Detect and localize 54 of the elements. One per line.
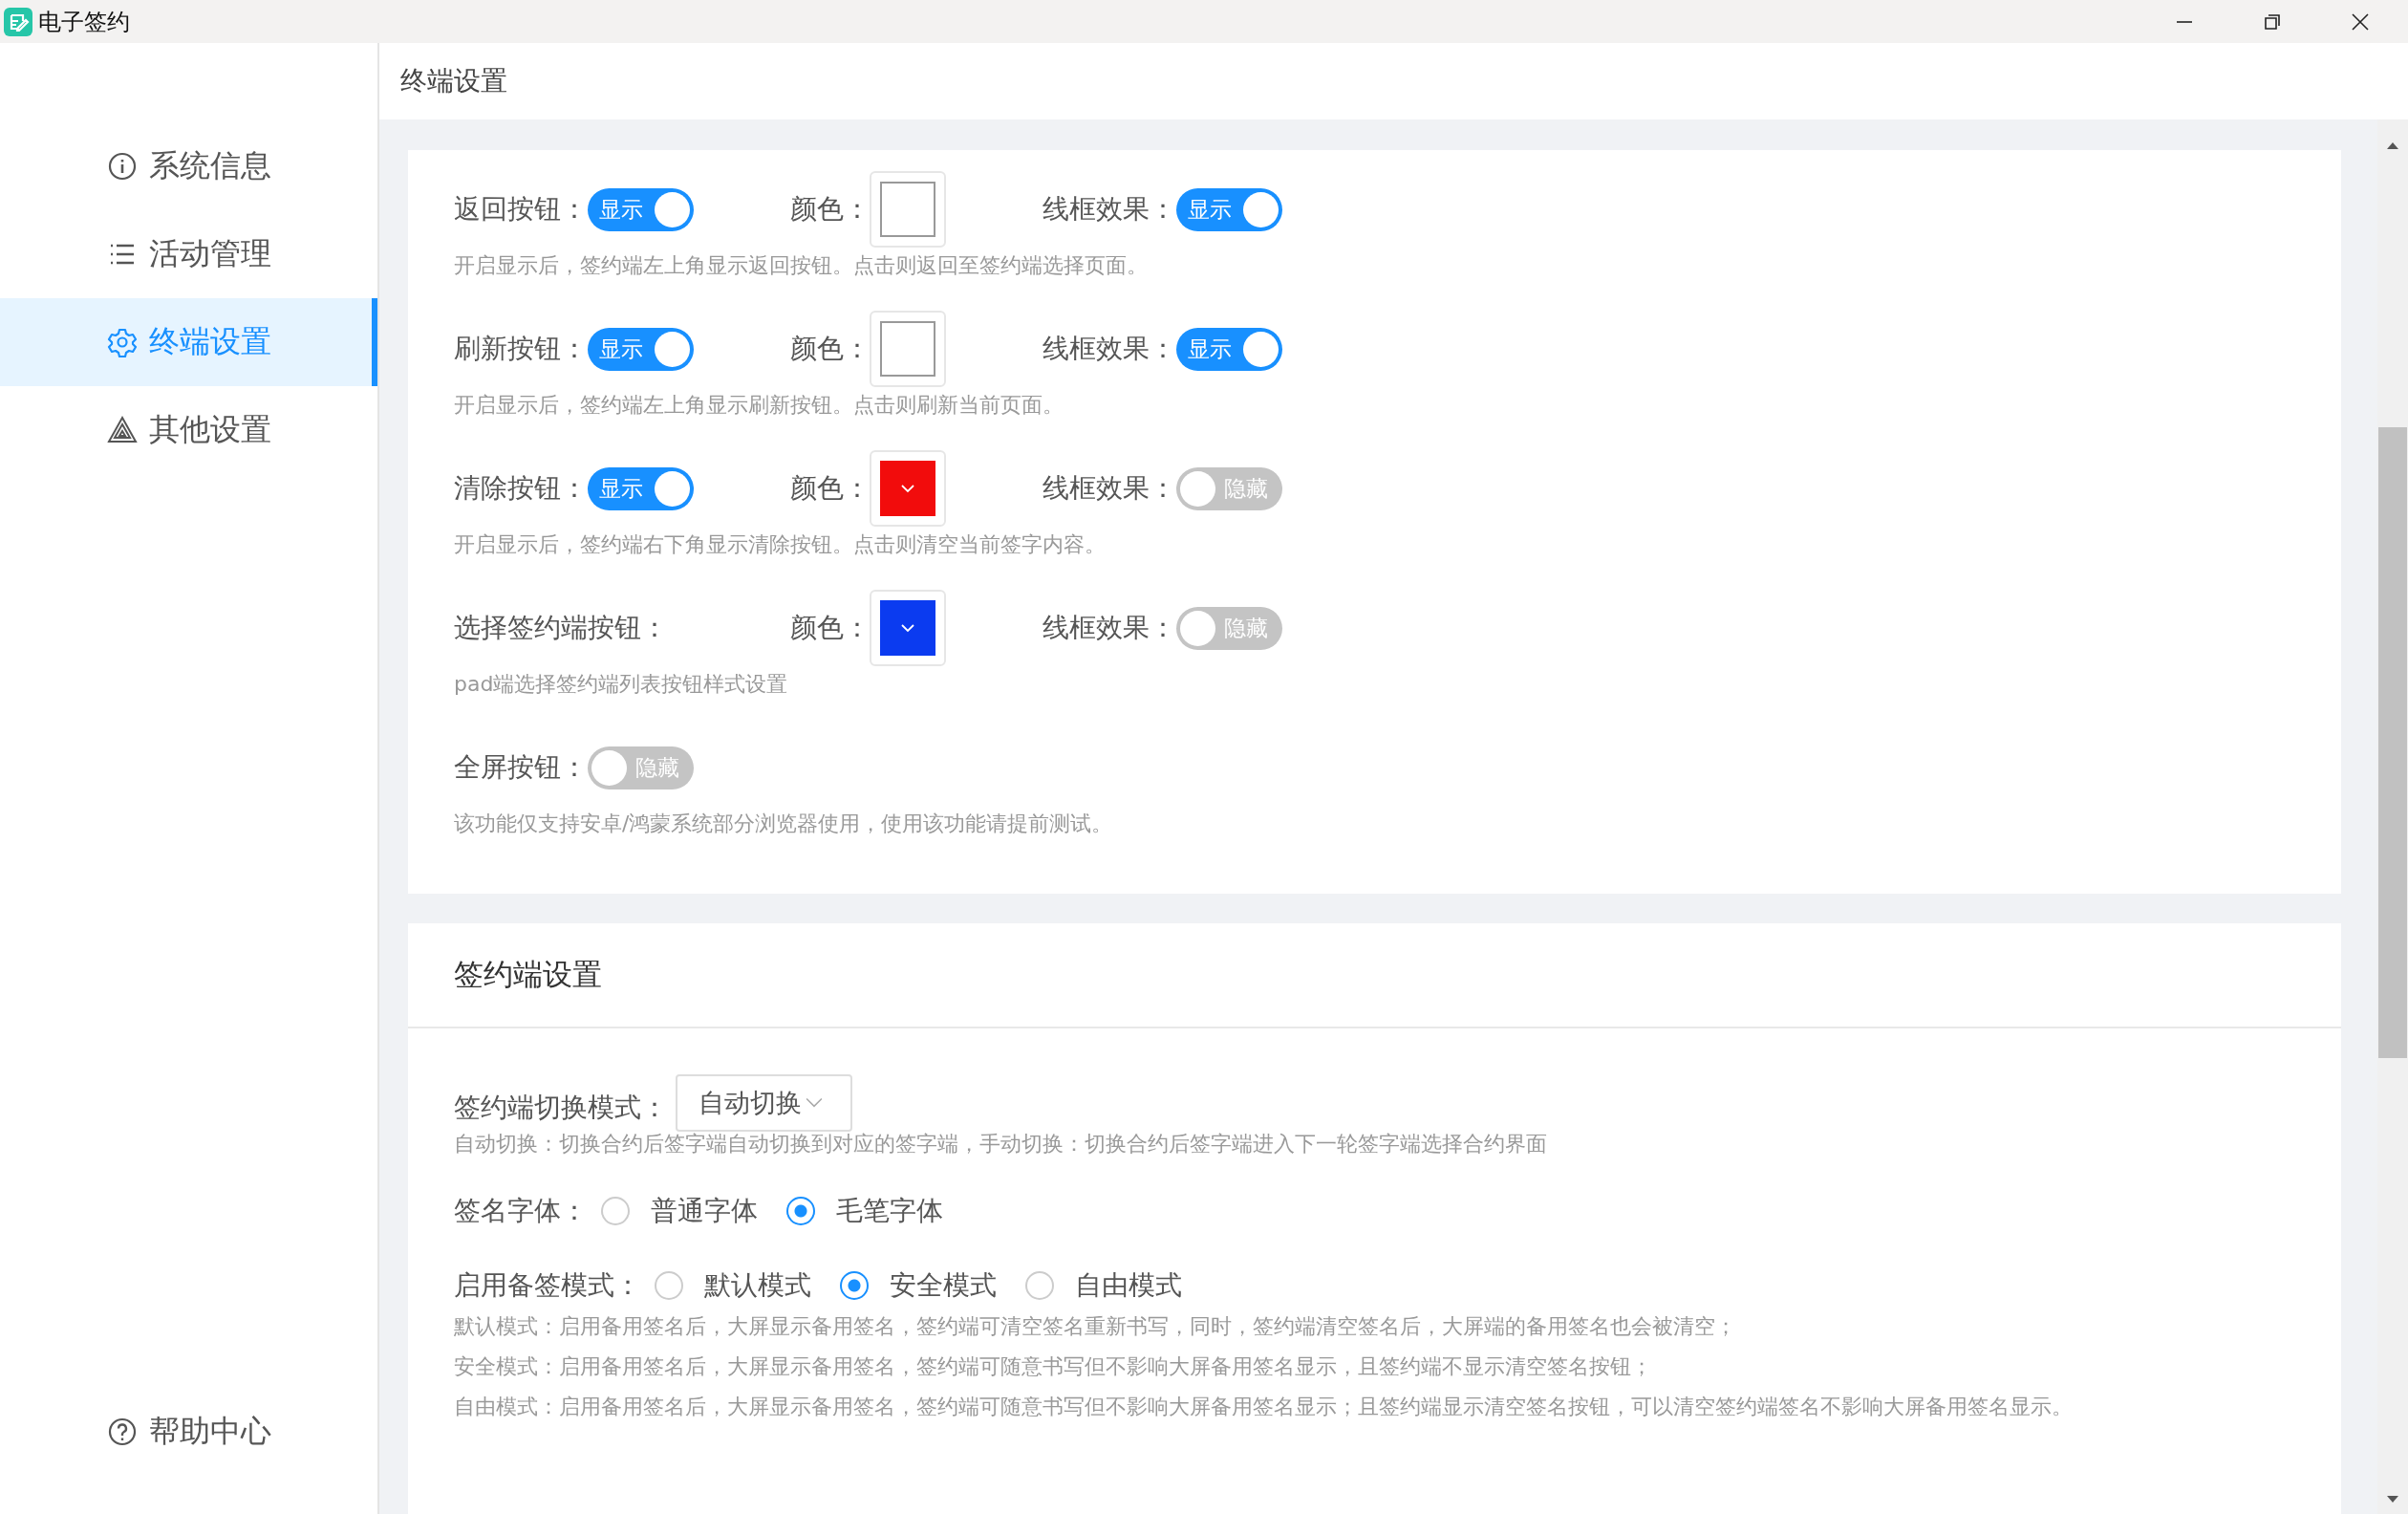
field-label: 清除按钮： (454, 471, 588, 506)
radio-option[interactable]: 安全模式 (840, 1267, 997, 1304)
hint-text: 开启显示后，签约端左上角显示返回按钮。点击则返回至签约端选择页面。 (454, 252, 1149, 279)
field-label: 签名字体： (454, 1194, 588, 1228)
field-label: 线框效果： (1043, 192, 1176, 227)
page-title: 终端设置 (400, 64, 507, 98)
radio-option[interactable]: 自由模式 (1025, 1267, 1182, 1304)
caret-icon (900, 484, 915, 493)
hint-text: 开启显示后，签约端右下角显示清除按钮。点击则清空当前签字内容。 (454, 531, 1107, 558)
field-label: 全屏按钮： (454, 750, 588, 785)
hint-text: 自由模式：启用备用签名后，大屏显示备用签名，签约端可随意书写但不影响大屏备用签名显示；且签约端显示清空签名按钮，可以清空签约端签名不影响大屏备用签名显示。 (454, 1394, 2074, 1420)
section-title: 签约端设置 (454, 956, 602, 993)
field-label: 刷新按钮： (454, 332, 588, 366)
hint-text: 安全模式：启用备用签名后，大屏显示备用签名，签约端可随意书写但不影响大屏备用签名显示，且签约端不显示清空签名按钮； (454, 1353, 1653, 1380)
field-label: 线框效果： (1043, 471, 1176, 506)
scrollbar[interactable] (2377, 119, 2408, 1514)
scroll-up-icon[interactable] (2385, 141, 2400, 150)
field-label: 颜色： (790, 611, 870, 645)
sidebar-item[interactable]: 系统信息 (0, 122, 377, 210)
radio-option[interactable]: 毛笔字体 (786, 1193, 943, 1229)
hint-text: 开启显示后，签约端左上角显示刷新按钮。点击则刷新当前页面。 (454, 392, 1064, 419)
app-icon (4, 7, 32, 36)
field-label: 签约端切换模式： (454, 1091, 668, 1125)
mode-select[interactable]: 自动切换 (676, 1074, 852, 1132)
hint-text: 该功能仅支持安卓/鸿蒙系统部分浏览器使用，使用该功能请提前测试。 (454, 811, 1114, 837)
field-label: 颜色： (790, 192, 870, 227)
field-label: 选择签约端按钮： (454, 611, 669, 645)
hint-text: 自动切换：切换合约后签字端自动切换到对应的签字端，手动切换：切换合约后签字端进入下一轮签字端选择合约界面 (454, 1131, 1548, 1157)
info-icon (107, 151, 138, 182)
radio-option[interactable]: 默认模式 (655, 1267, 811, 1304)
field-label: 颜色： (790, 471, 870, 506)
help-center-link[interactable]: 帮助中心 (0, 1388, 377, 1476)
help-icon (107, 1417, 138, 1447)
sidebar-item[interactable]: 其他设置 (0, 386, 377, 474)
hint-text: 默认模式：启用备用签名后，大屏显示备用签名，签约端可清空签名重新书写，同时，签约端清空签名后，大屏端的备用签名也会被清空； (454, 1313, 1737, 1340)
caret-icon (806, 1097, 823, 1109)
field-label: 返回按钮： (454, 192, 588, 227)
scrollbar-thumb[interactable] (2378, 427, 2407, 1058)
window-title: 电子签约 (38, 7, 130, 37)
sidebar-item[interactable]: 活动管理 (0, 210, 377, 298)
triangle-icon (107, 415, 138, 445)
settings-icon (107, 327, 138, 357)
color-picker[interactable] (870, 590, 946, 666)
color-picker[interactable] (870, 171, 946, 248)
caret-icon (900, 623, 915, 633)
field-label: 启用备签模式： (454, 1268, 641, 1303)
field-label: 线框效果： (1043, 611, 1176, 645)
field-label: 颜色： (790, 332, 870, 366)
radio-option[interactable]: 普通字体 (601, 1193, 758, 1229)
hint-text: pad端选择签约端列表按钮样式设置 (454, 671, 789, 698)
color-picker[interactable] (870, 450, 946, 527)
field-label: 线框效果： (1043, 332, 1176, 366)
color-picker[interactable] (870, 311, 946, 387)
scroll-down-icon[interactable] (2385, 1495, 2400, 1504)
